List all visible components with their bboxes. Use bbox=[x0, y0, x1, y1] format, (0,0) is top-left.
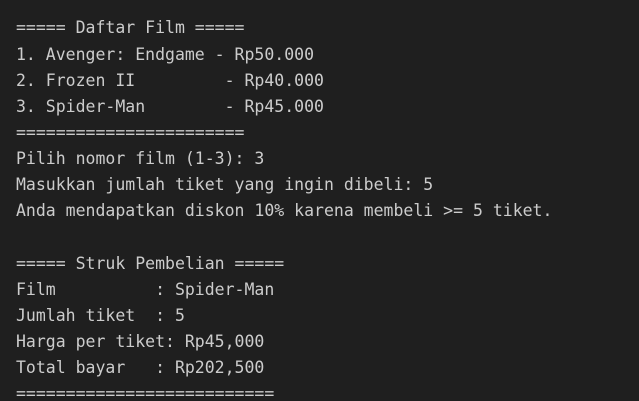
film-option-3: 3. Spider-Man - Rp45.000 bbox=[16, 97, 324, 116]
receipt-header: ===== Struk Pembelian ===== bbox=[16, 254, 285, 273]
receipt-film: Film : Spider-Man bbox=[16, 280, 275, 299]
receipt-ticket-count: Jumlah tiket : 5 bbox=[16, 306, 185, 325]
menu-divider: ======================= bbox=[16, 123, 245, 142]
film-option-1: 1. Avenger: Endgame - Rp50.000 bbox=[16, 45, 315, 64]
terminal-output[interactable]: ===== Daftar Film ===== 1. Avenger: Endg… bbox=[0, 0, 639, 401]
receipt-price-per-ticket: Harga per tiket: Rp45,000 bbox=[16, 332, 265, 351]
discount-message: Anda mendapatkan diskon 10% karena membe… bbox=[16, 201, 553, 220]
receipt-total: Total bayar : Rp202,500 bbox=[16, 358, 265, 377]
receipt-divider: ========================== bbox=[16, 384, 275, 401]
film-option-2: 2. Frozen II - Rp40.000 bbox=[16, 71, 324, 90]
ticket-count-prompt: Masukkan jumlah tiket yang ingin dibeli:… bbox=[16, 175, 434, 194]
menu-header: ===== Daftar Film ===== bbox=[16, 18, 245, 37]
film-choice-prompt: Pilih nomor film (1-3): 3 bbox=[16, 149, 265, 168]
